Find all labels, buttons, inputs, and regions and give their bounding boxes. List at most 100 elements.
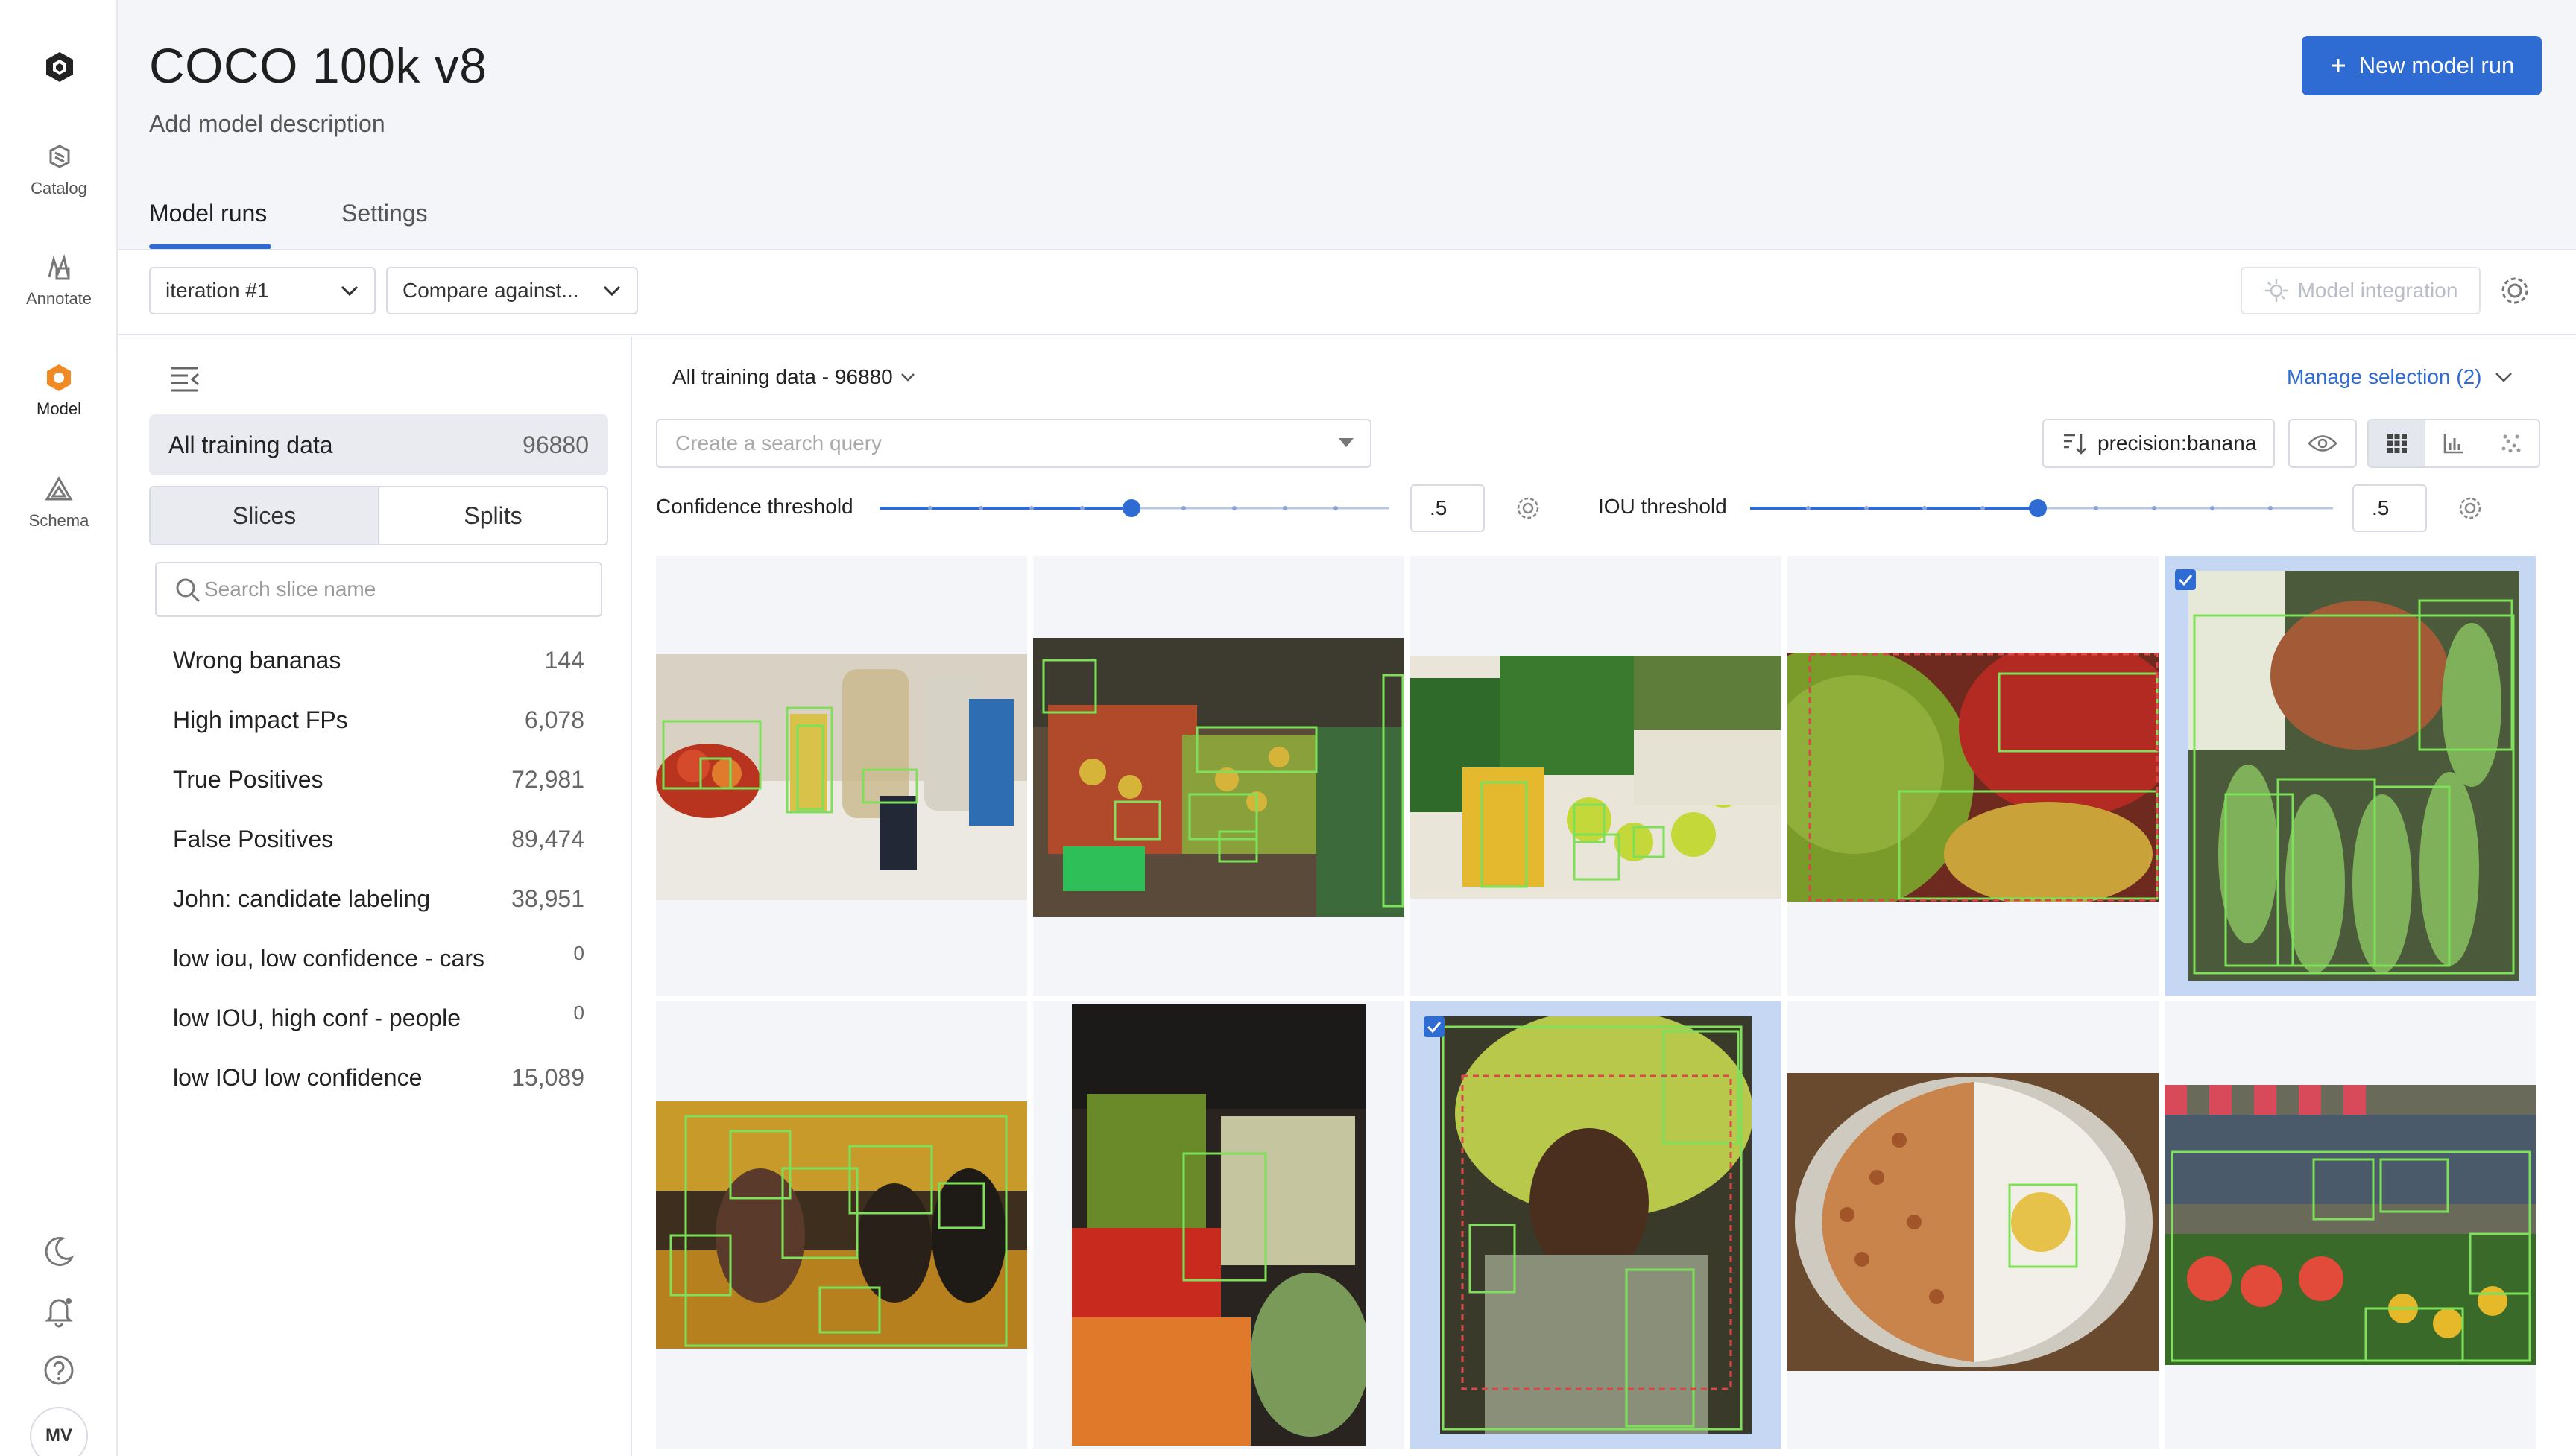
iou-threshold-label: IOU threshold bbox=[1598, 495, 1727, 518]
grid-icon bbox=[2387, 434, 2407, 453]
thumbnail-image bbox=[656, 654, 1027, 900]
active-tab-indicator bbox=[149, 244, 271, 249]
iteration-select[interactable]: iteration #1 bbox=[149, 267, 376, 314]
image-tile[interactable] bbox=[2165, 556, 2536, 996]
selected-checkbox[interactable] bbox=[2175, 569, 2196, 590]
nav-item-annotate[interactable]: Annotate bbox=[0, 252, 118, 308]
gear-icon[interactable] bbox=[2455, 493, 2485, 523]
slice-count: 0 bbox=[573, 941, 584, 964]
image-tile[interactable] bbox=[656, 556, 1027, 996]
projector-view-button[interactable] bbox=[2482, 420, 2539, 466]
confidence-threshold-slider[interactable] bbox=[878, 495, 1391, 522]
checkmark-icon bbox=[2178, 575, 2193, 586]
selected-checkbox[interactable] bbox=[1424, 1016, 1445, 1037]
nav-item-catalog[interactable]: Catalog bbox=[0, 142, 118, 198]
manage-selection-menu[interactable]: Manage selection (2) bbox=[2287, 365, 2513, 389]
chevron-down-icon bbox=[603, 285, 621, 297]
chevron-down-icon bbox=[341, 285, 359, 297]
sort-icon bbox=[2064, 434, 2086, 455]
image-tile[interactable] bbox=[1410, 556, 1781, 996]
slice-count: 89,474 bbox=[511, 825, 584, 852]
tab-settings[interactable]: Settings bbox=[341, 200, 428, 227]
nav-item-label: Schema bbox=[28, 511, 89, 530]
slice-search-placeholder: Search slice name bbox=[204, 577, 376, 601]
model-description[interactable]: Add model description bbox=[149, 110, 385, 138]
all-training-data-label: All training data bbox=[168, 431, 333, 458]
thumbnail-image bbox=[1787, 1073, 2159, 1371]
slice-item[interactable]: low IOU, high conf - people 0 bbox=[173, 996, 584, 1040]
iou-threshold-input[interactable]: .5 bbox=[2352, 484, 2427, 532]
thumbnail-image bbox=[1072, 1004, 1366, 1446]
thumbnail-image bbox=[656, 1101, 1027, 1349]
slice-item[interactable]: True Positives 72,981 bbox=[173, 757, 584, 802]
nav-item-label: Catalog bbox=[31, 179, 87, 197]
thumbnail-image bbox=[2165, 1085, 2536, 1365]
slice-item[interactable]: False Positives 89,474 bbox=[173, 817, 584, 861]
image-tile[interactable] bbox=[1410, 1001, 1781, 1449]
sort-by-label: precision:banana bbox=[2097, 431, 2257, 455]
slice-item[interactable]: low iou, low confidence - cars 0 bbox=[173, 936, 584, 981]
segment-splits[interactable]: Splits bbox=[379, 487, 607, 544]
confidence-threshold-input[interactable]: .5 bbox=[1410, 484, 1485, 532]
app-logo-icon[interactable] bbox=[45, 51, 75, 83]
slice-count: 6,078 bbox=[524, 706, 584, 733]
bell-icon[interactable] bbox=[40, 1292, 78, 1329]
segment-slices[interactable]: Slices bbox=[151, 487, 379, 544]
search-query-placeholder: Create a search query bbox=[675, 431, 883, 455]
all-training-data-item[interactable]: All training data 96880 bbox=[149, 414, 608, 475]
slice-item[interactable]: High impact FPs 6,078 bbox=[173, 697, 584, 742]
catalog-icon bbox=[49, 145, 70, 168]
slice-count: 144 bbox=[544, 646, 584, 674]
iteration-select-value: iteration #1 bbox=[165, 279, 269, 302]
compare-against-select[interactable]: Compare against... bbox=[386, 267, 638, 314]
iou-threshold-slider[interactable] bbox=[1749, 495, 2334, 522]
gear-icon[interactable] bbox=[2497, 273, 2533, 308]
help-icon[interactable] bbox=[40, 1352, 78, 1389]
slice-name: High impact FPs bbox=[173, 706, 348, 733]
image-tile[interactable] bbox=[1787, 556, 2159, 996]
nav-rail: Catalog Annotate Model Schema MV bbox=[0, 0, 118, 1456]
slice-search-input[interactable]: Search slice name bbox=[155, 562, 602, 617]
sort-by-button[interactable]: precision:banana bbox=[2042, 419, 2275, 468]
slice-count: 38,951 bbox=[511, 884, 584, 912]
slice-item[interactable]: low IOU low confidence 15,089 bbox=[173, 1055, 584, 1100]
image-tile[interactable] bbox=[2165, 1001, 2536, 1449]
data-source-select[interactable]: All training data - 96880 bbox=[672, 365, 915, 389]
compare-select-value: Compare against... bbox=[402, 279, 579, 302]
moon-icon[interactable] bbox=[40, 1232, 78, 1270]
thumbnail-image bbox=[1440, 1016, 1752, 1434]
schema-icon bbox=[45, 475, 73, 501]
data-source-label: All training data - 96880 bbox=[672, 365, 893, 388]
avatar[interactable]: MV bbox=[30, 1407, 88, 1456]
image-tile[interactable] bbox=[656, 1001, 1027, 1449]
model-integration-button[interactable]: Model integration bbox=[2241, 267, 2481, 314]
plus-icon bbox=[2331, 59, 2345, 72]
chart-view-button[interactable] bbox=[2425, 420, 2482, 466]
slice-name: Wrong bananas bbox=[173, 646, 341, 674]
scatter-icon bbox=[2501, 434, 2521, 453]
slices-splits-toggle: Slices Splits bbox=[149, 486, 608, 545]
slice-name: False Positives bbox=[173, 825, 334, 852]
slider-thumb bbox=[2029, 499, 2047, 517]
nav-item-schema[interactable]: Schema bbox=[0, 474, 118, 531]
visibility-toggle-button[interactable] bbox=[2288, 419, 2357, 468]
manage-selection-label: Manage selection (2) bbox=[2287, 365, 2482, 388]
grid-view-button[interactable] bbox=[2369, 420, 2425, 466]
page-title: COCO 100k v8 bbox=[149, 38, 487, 93]
new-model-run-button[interactable]: New model run bbox=[2302, 36, 2542, 95]
tab-model-runs[interactable]: Model runs bbox=[149, 200, 267, 227]
search-query-input[interactable]: Create a search query bbox=[656, 419, 1371, 468]
image-tile[interactable] bbox=[1787, 1001, 2159, 1449]
gear-icon[interactable] bbox=[1513, 493, 1543, 523]
image-tile[interactable] bbox=[1033, 556, 1404, 996]
nav-item-label: Annotate bbox=[25, 289, 92, 308]
image-tile[interactable] bbox=[1033, 1001, 1404, 1449]
slice-item[interactable]: Wrong bananas 144 bbox=[173, 638, 584, 683]
collapse-panel-icon[interactable] bbox=[168, 364, 201, 393]
slice-name: John: candidate labeling bbox=[173, 884, 431, 912]
slice-name: low IOU, high conf - people bbox=[173, 1004, 461, 1031]
nav-item-model[interactable]: Model bbox=[0, 362, 118, 419]
slice-item[interactable]: John: candidate labeling 38,951 bbox=[173, 876, 584, 921]
chevron-down-icon bbox=[2496, 373, 2513, 382]
search-icon bbox=[176, 578, 201, 603]
